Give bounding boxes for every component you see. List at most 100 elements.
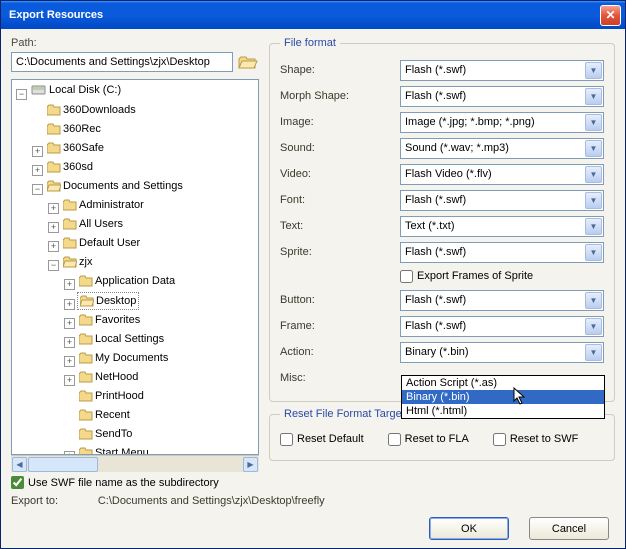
font-label: Font: (280, 194, 400, 206)
tree-node-label: SendTo (95, 426, 132, 442)
chevron-down-icon: ▼ (585, 140, 602, 157)
sound-select[interactable]: Sound (*.wav; *.mp3)▼ (400, 138, 604, 159)
folder-icon (63, 218, 77, 230)
tree-node-label: 360Rec (63, 121, 101, 137)
browse-folder-button[interactable] (237, 51, 259, 73)
use-swf-checkbox[interactable]: Use SWF file name as the subdirectory (11, 476, 259, 489)
chevron-down-icon: ▼ (585, 114, 602, 131)
scroll-right-icon[interactable]: ▶ (243, 457, 258, 472)
font-select[interactable]: Flash (*.swf)▼ (400, 190, 604, 211)
expand-toggle[interactable]: + (48, 203, 59, 214)
expand-toggle[interactable]: − (48, 260, 59, 271)
chevron-down-icon: ▼ (585, 88, 602, 105)
tree-node-label: My Documents (95, 350, 168, 366)
scroll-thumb[interactable] (28, 457, 98, 472)
expand-toggle[interactable]: + (64, 318, 75, 329)
folder-icon (47, 161, 61, 173)
frame-label: Frame: (280, 320, 400, 332)
expand-toggle[interactable]: + (32, 146, 43, 157)
tree-node-label: Administrator (79, 197, 144, 213)
folder-icon (47, 142, 61, 154)
expand-toggle[interactable]: + (48, 241, 59, 252)
use-swf-checkbox-input[interactable] (11, 476, 24, 489)
expand-toggle[interactable]: + (64, 279, 75, 290)
tree-node-selected: Desktop (77, 292, 139, 310)
tree-node-label: All Users (79, 216, 123, 232)
action-option[interactable]: Html (*.html) (402, 404, 604, 418)
action-option[interactable]: Binary (*.bin) (402, 390, 604, 404)
titlebar: Export Resources ✕ (1, 1, 625, 29)
expand-toggle[interactable]: + (32, 165, 43, 176)
export-to-value: C:\Documents and Settings\zjx\Desktop\fr… (98, 495, 325, 507)
misc-label: Misc: (280, 372, 400, 384)
tree-node-label: Local Settings (95, 331, 164, 347)
export-frames-checkbox[interactable]: Export Frames of Sprite (400, 265, 604, 287)
sprite-label: Sprite: (280, 246, 400, 258)
horizontal-scrollbar[interactable]: ◀ ▶ (11, 455, 259, 472)
use-swf-checkbox-label: Use SWF file name as the subdirectory (28, 477, 219, 489)
file-format-legend: File format (280, 37, 340, 49)
reset-default-checkbox[interactable]: Reset Default (280, 433, 364, 446)
action-option[interactable]: Action Script (*.as) (402, 376, 604, 390)
folder-icon (79, 352, 93, 364)
chevron-down-icon: ▼ (585, 344, 602, 361)
tree-node-label: Recent (95, 407, 130, 423)
expand-toggle[interactable]: + (64, 337, 75, 348)
folder-open-icon (63, 256, 77, 268)
action-select[interactable]: Binary (*.bin)▼ (400, 342, 604, 363)
morph-shape-label: Morph Shape: (280, 90, 400, 102)
cancel-button[interactable]: Cancel (529, 517, 609, 540)
button-select[interactable]: Flash (*.swf)▼ (400, 290, 604, 311)
tree-node-label: Local Disk (C:) (49, 82, 121, 98)
path-input[interactable] (11, 52, 233, 72)
image-select[interactable]: Image (*.jpg; *.bmp; *.png)▼ (400, 112, 604, 133)
folder-icon (63, 237, 77, 249)
video-select[interactable]: Flash Video (*.flv)▼ (400, 164, 604, 185)
folder-icon (79, 333, 93, 345)
expand-toggle[interactable]: − (16, 89, 27, 100)
image-label: Image: (280, 116, 400, 128)
ok-button[interactable]: OK (429, 517, 509, 540)
video-label: Video: (280, 168, 400, 180)
folder-open-icon (80, 295, 94, 307)
reset-fla-checkbox[interactable]: Reset to FLA (388, 433, 469, 446)
export-to-line: Export to: C:\Documents and Settings\zjx… (11, 495, 615, 507)
chevron-down-icon: ▼ (585, 244, 602, 261)
expand-toggle[interactable]: + (64, 356, 75, 367)
file-format-group: File format Shape:Flash (*.swf)▼ Morph S… (269, 37, 615, 402)
close-button[interactable]: ✕ (600, 5, 621, 26)
folder-icon (47, 123, 61, 135)
window-title: Export Resources (5, 9, 600, 21)
tree-node-label: 360sd (63, 159, 93, 175)
chevron-down-icon: ▼ (585, 192, 602, 209)
shape-select[interactable]: Flash (*.swf)▼ (400, 60, 604, 81)
text-label: Text: (280, 220, 400, 232)
reset-swf-checkbox[interactable]: Reset to SWF (493, 433, 578, 446)
scroll-left-icon[interactable]: ◀ (12, 457, 27, 472)
tree-node-label: NetHood (95, 369, 138, 385)
morph-shape-select[interactable]: Flash (*.swf)▼ (400, 86, 604, 107)
folder-open-icon (238, 54, 258, 70)
expand-toggle[interactable]: + (48, 222, 59, 233)
shape-label: Shape: (280, 64, 400, 76)
sprite-select[interactable]: Flash (*.swf)▼ (400, 242, 604, 263)
expand-toggle[interactable]: − (32, 184, 43, 195)
tree-node-label: Application Data (95, 273, 175, 289)
tree-node-label: PrintHood (95, 388, 144, 404)
chevron-down-icon: ▼ (585, 292, 602, 309)
chevron-down-icon: ▼ (585, 318, 602, 335)
action-dropdown-list[interactable]: Action Script (*.as) Binary (*.bin) Html… (401, 375, 605, 419)
tree-node-label: zjx (79, 254, 92, 270)
reset-legend: Reset File Format Target (280, 408, 409, 420)
frame-select[interactable]: Flash (*.swf)▼ (400, 316, 604, 337)
tree-node-label: 360Safe (63, 140, 104, 156)
path-label: Path: (11, 37, 259, 49)
folder-tree[interactable]: −Local Disk (C:) 360Downloads 360Rec +36… (11, 79, 259, 455)
folder-icon (79, 390, 93, 402)
expand-toggle[interactable]: + (64, 299, 75, 310)
text-select[interactable]: Text (*.txt)▼ (400, 216, 604, 237)
expand-toggle[interactable]: + (64, 375, 75, 386)
folder-icon (79, 428, 93, 440)
sound-label: Sound: (280, 142, 400, 154)
chevron-down-icon: ▼ (585, 218, 602, 235)
